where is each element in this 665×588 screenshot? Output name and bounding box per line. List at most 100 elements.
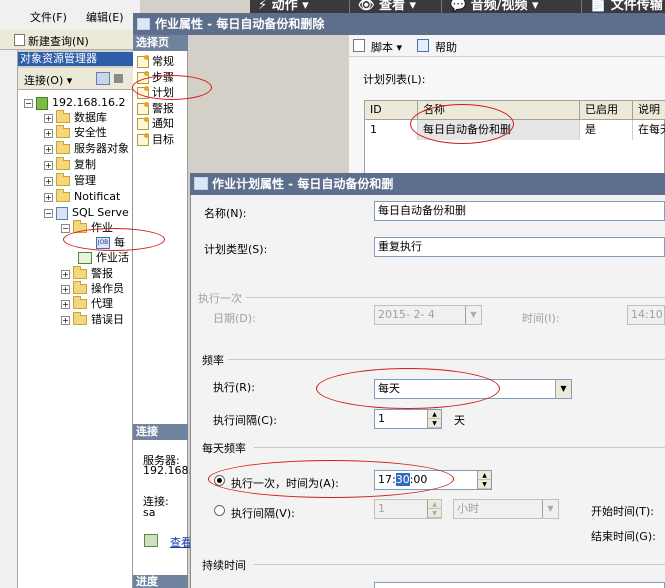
connection-value: sa	[143, 506, 156, 519]
menu-file[interactable]: 文件(F)	[30, 9, 67, 25]
spin-buttons[interactable]: ▲ ▼	[427, 500, 441, 518]
name-label: 名称(N):	[204, 207, 247, 220]
help-button[interactable]: 帮助	[435, 39, 457, 55]
chevron-down-icon[interactable]: ▼	[555, 380, 571, 398]
schedule-type-select[interactable]: 重复执行	[374, 237, 665, 257]
select-page-header: 选择页	[133, 35, 188, 51]
every-radio[interactable]	[214, 505, 225, 516]
collapse-icon[interactable]: −	[24, 98, 33, 108]
expand-icon[interactable]: +	[44, 113, 53, 123]
spin-down-icon[interactable]: ▼	[428, 419, 441, 428]
page-icon	[137, 71, 149, 84]
cell-id: 1	[365, 120, 418, 140]
tree-security[interactable]: + 安全性	[44, 125, 107, 141]
stop-icon[interactable]	[114, 74, 123, 83]
recurs-label: 执行间隔(C):	[213, 414, 277, 427]
tree-label: 管理	[74, 174, 96, 187]
col-description[interactable]: 说明	[633, 101, 665, 120]
page-label: 目标	[152, 133, 174, 146]
agent-icon	[56, 206, 68, 220]
collapse-icon[interactable]: −	[61, 223, 70, 233]
tree-proxies[interactable]: + 代理	[61, 296, 113, 312]
page-icon	[137, 117, 149, 130]
chevron-down-icon[interactable]: ▼	[542, 500, 558, 518]
date-picker[interactable]: 2015- 2- 4 ▼	[374, 305, 482, 325]
occurs-select[interactable]: 每天 ▼	[374, 379, 572, 399]
every-label[interactable]: 执行间隔(V):	[231, 505, 295, 521]
expand-icon[interactable]: +	[61, 315, 70, 325]
folder-icon	[56, 173, 70, 186]
tree-sql-agent[interactable]: − SQL Serve	[44, 205, 129, 221]
recurs-stepper[interactable]: 1 ▲ ▼	[374, 409, 442, 429]
time-label: 时间(I):	[522, 312, 560, 325]
once-at-label[interactable]: 执行一次，时间为(A):	[231, 475, 339, 491]
expand-icon[interactable]: +	[44, 144, 53, 154]
spin-up-icon[interactable]: ▲	[428, 410, 441, 419]
every-stepper[interactable]: 1 ▲ ▼	[374, 499, 442, 519]
page-notifications[interactable]: 通知	[137, 116, 174, 131]
expand-icon[interactable]: +	[44, 128, 53, 138]
expand-icon[interactable]: +	[44, 192, 53, 202]
server-value: 192.168.	[143, 464, 192, 477]
tree-server-objects[interactable]: + 服务器对象	[44, 141, 129, 157]
tree-error-logs[interactable]: + 错误日	[61, 312, 124, 328]
new-query-button[interactable]: 新建查询(N)	[28, 33, 89, 49]
once-at-radio[interactable]	[214, 475, 225, 486]
expand-icon[interactable]: +	[61, 299, 70, 309]
tree-job-item[interactable]: JOB 每	[96, 235, 125, 251]
col-id[interactable]: ID	[365, 101, 418, 120]
col-name[interactable]: 名称	[418, 101, 580, 120]
tree-replication[interactable]: + 复制	[44, 157, 96, 173]
spin-down-icon[interactable]: ▼	[428, 509, 441, 518]
schedule-properties-icon	[194, 177, 208, 190]
once-at-time-field[interactable]: 17:30:00 ▲ ▼	[374, 470, 492, 490]
expand-icon[interactable]: +	[61, 284, 70, 294]
time-hour: 17:	[378, 473, 396, 486]
spin-buttons[interactable]: ▲ ▼	[427, 410, 441, 428]
script-button[interactable]: 脚本 ▾	[371, 39, 402, 55]
expand-icon[interactable]: +	[44, 176, 53, 186]
col-enabled[interactable]: 已启用	[580, 101, 633, 120]
cell-description: 在每天	[638, 123, 665, 136]
page-general[interactable]: 常规	[137, 54, 174, 69]
page-schedules[interactable]: 计划	[137, 85, 174, 100]
menu-edit[interactable]: 编辑(E)	[86, 9, 124, 25]
tree-label: 作业活	[96, 251, 129, 264]
folder-icon	[73, 296, 87, 309]
every-unit-select[interactable]: 小时 ▼	[453, 499, 559, 519]
spin-up-icon[interactable]: ▲	[478, 471, 491, 480]
tree-job-activity[interactable]: 作业活	[78, 250, 129, 266]
tree-label: 192.168.16.2	[52, 96, 126, 109]
page-steps[interactable]: 步骤	[137, 70, 174, 85]
tree-label: 复制	[74, 158, 96, 171]
folder-icon	[56, 157, 70, 170]
page-targets[interactable]: 目标	[137, 132, 174, 147]
group-divider	[254, 447, 665, 448]
expand-icon[interactable]: +	[61, 269, 70, 279]
view-connection-link[interactable]: 查看	[170, 534, 192, 550]
page-label: 步骤	[152, 71, 174, 84]
time-field[interactable]: 14:10:	[627, 305, 665, 325]
spin-buttons[interactable]: ▲ ▼	[477, 471, 491, 489]
spin-up-icon[interactable]: ▲	[428, 500, 441, 509]
tree-operators[interactable]: + 操作员	[61, 281, 124, 297]
collapse-icon[interactable]: −	[44, 208, 53, 218]
chevron-down-icon[interactable]: ▼	[465, 306, 481, 324]
disconnect-icon[interactable]	[96, 72, 110, 85]
tree-databases[interactable]: + 数据库	[44, 110, 107, 126]
name-field[interactable]: 每日自动备份和删	[374, 201, 665, 221]
spin-down-icon[interactable]: ▼	[478, 480, 491, 489]
connection-header: 连接	[133, 424, 188, 440]
page-alerts[interactable]: 警报	[137, 101, 174, 116]
tree-server[interactable]: − 192.168.16.2	[24, 95, 125, 111]
expand-icon[interactable]: +	[44, 160, 53, 170]
help-icon	[417, 39, 429, 52]
group-divider	[254, 564, 665, 565]
connect-button[interactable]: 连接(O) ▾	[24, 72, 72, 88]
tree-jobs[interactable]: − 作业	[61, 220, 113, 236]
tree-alerts[interactable]: + 警报	[61, 266, 113, 282]
tree-management[interactable]: + 管理	[44, 173, 96, 189]
tree-notification[interactable]: + Notificat	[44, 189, 120, 205]
page-label: 警报	[152, 102, 174, 115]
duration-field[interactable]	[374, 582, 665, 588]
